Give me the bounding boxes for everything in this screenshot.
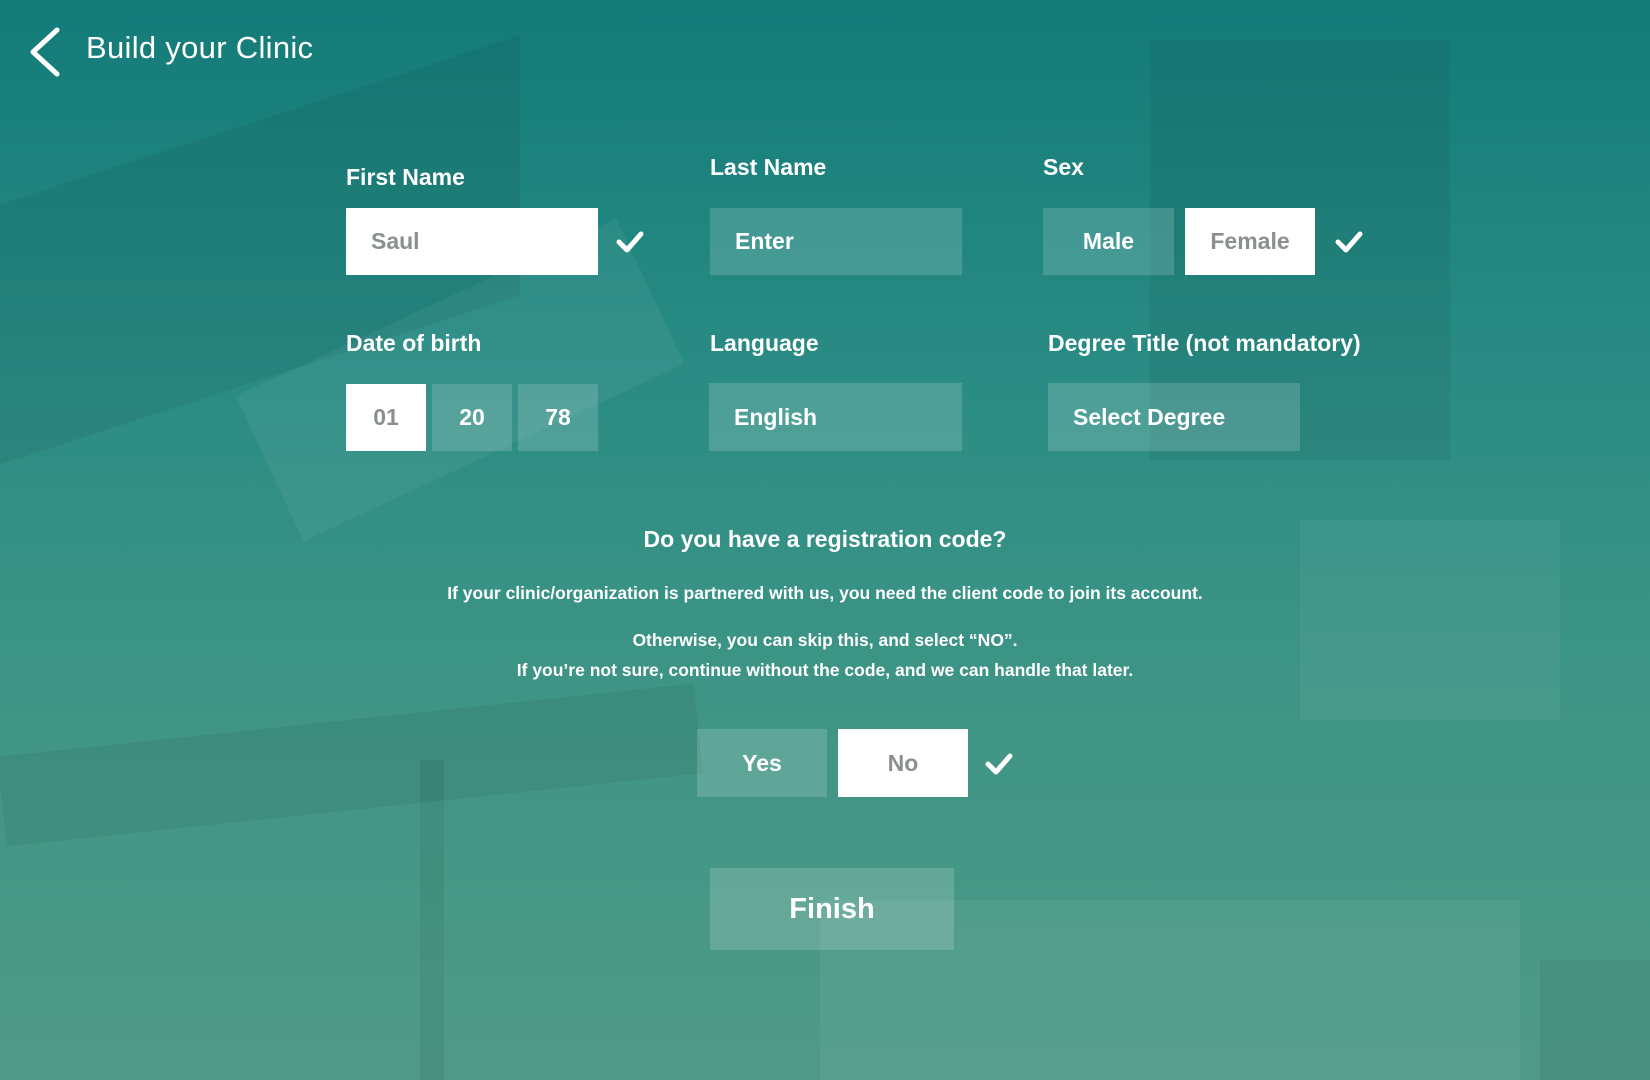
finish-button[interactable]: Finish (710, 868, 954, 950)
sex-option-male[interactable]: Male (1043, 208, 1174, 275)
registration-info-line-3: If you’re not sure, continue without the… (516, 660, 1134, 680)
sex-label: Sex (1043, 154, 1084, 180)
degree-select[interactable]: Select Degree (1048, 383, 1300, 451)
dob-day-field[interactable]: 20 (432, 384, 512, 451)
registration-check-icon (983, 748, 1015, 780)
language-label: Language (710, 330, 819, 356)
sex-check-icon (1333, 226, 1365, 258)
dob-month-field[interactable]: 01 (346, 384, 426, 451)
registration-yes-button[interactable]: Yes (697, 729, 827, 797)
dob-label: Date of birth (346, 330, 482, 356)
registration-info-line-2: Otherwise, you can skip this, and select… (632, 630, 1018, 650)
last-name-field[interactable]: Enter (710, 208, 962, 275)
last-name-label: Last Name (710, 154, 827, 180)
back-button[interactable] (24, 24, 64, 80)
language-select[interactable]: English (709, 383, 962, 451)
degree-label: Degree Title (not mandatory) (1048, 330, 1361, 356)
registration-no-button[interactable]: No (838, 729, 968, 797)
first-name-field[interactable]: Saul (346, 208, 598, 275)
dob-year-field[interactable]: 78 (518, 384, 598, 451)
registration-question: Do you have a registration code? (643, 526, 1007, 552)
chevron-left-icon (30, 27, 60, 77)
registration-info-line-1: If your clinic/organization is partnered… (447, 583, 1203, 603)
first-name-check-icon (614, 226, 646, 258)
page-title: Build your Clinic (86, 30, 314, 65)
sex-option-female[interactable]: Female (1185, 208, 1315, 275)
first-name-label: First Name (346, 164, 465, 190)
